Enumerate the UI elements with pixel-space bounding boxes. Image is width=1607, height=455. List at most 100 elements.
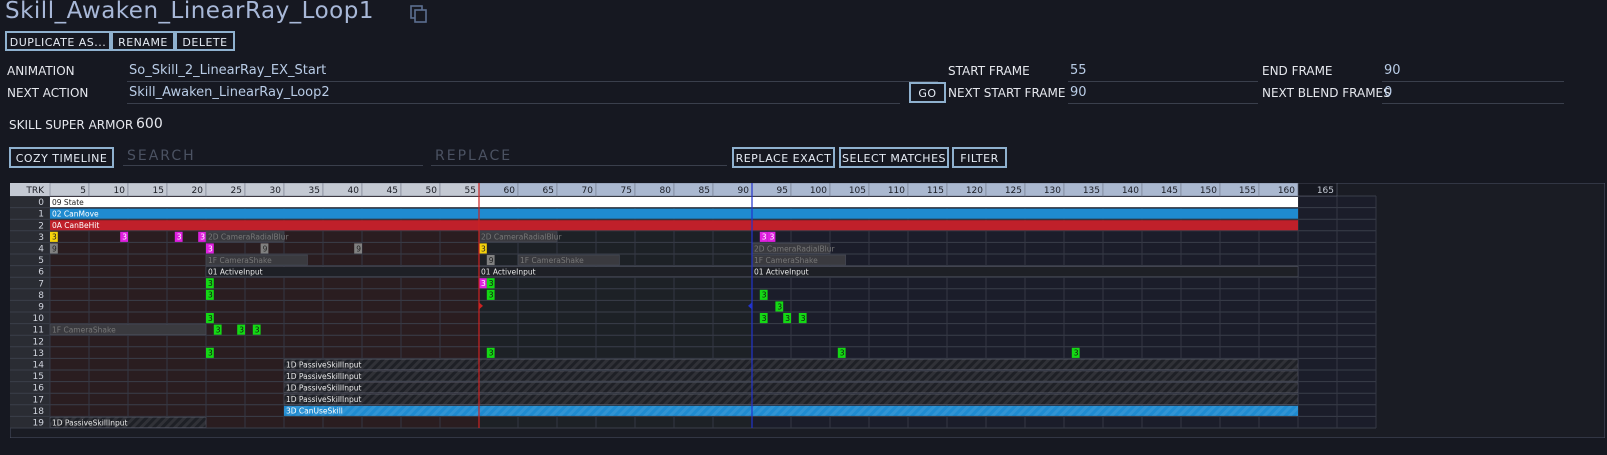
event-label: 01 ActiveInput (754, 268, 809, 277)
next-blend-frames-underline (1382, 103, 1564, 104)
end-frame-field[interactable]: 90 (1384, 63, 1401, 78)
event-label: 1D PassiveSkillInput (286, 372, 361, 381)
event-label: 3 (208, 279, 213, 288)
event-label: 9 (263, 244, 268, 253)
next-action-field[interactable]: Skill_Awaken_LinearRay_Loop2 (129, 85, 330, 100)
track-number: 7 (38, 279, 44, 289)
frame-tick-label: 85 (699, 186, 710, 196)
frame-tick-label: 110 (888, 186, 905, 196)
next-blend-frames-field[interactable]: 0 (1384, 85, 1392, 100)
event-label: 3 (122, 233, 127, 242)
super-armor-field[interactable]: 600 (136, 116, 163, 132)
frame-tick-label: 70 (582, 186, 594, 196)
frame-tick-label: 40 (348, 186, 360, 196)
event-label: 1D PassiveSkillInput (286, 384, 361, 393)
replace-input[interactable]: REPLACE (435, 148, 512, 164)
frame-tick-label: 95 (777, 186, 788, 196)
event-label: 3 (208, 349, 213, 358)
event-label: 01 ActiveInput (481, 268, 536, 277)
track-number: 5 (38, 256, 44, 266)
replace-exact-button[interactable]: REPLACE EXACT (732, 147, 835, 168)
next-start-frame-label: NEXT START FRAME (948, 86, 1066, 100)
start-frame-field[interactable]: 55 (1070, 63, 1087, 78)
event-block[interactable] (50, 197, 1298, 208)
super-armor-label: SKILL SUPER ARMOR (9, 118, 134, 132)
track-number: 2 (38, 221, 44, 231)
filter-button[interactable]: FILTER (952, 147, 1007, 168)
frame-tick-label: 165 (1317, 186, 1334, 196)
replace-input-underline (431, 165, 727, 166)
event-block-stripes (284, 394, 1298, 405)
event-label: 3 (208, 244, 213, 253)
track-number: 3 (38, 233, 44, 243)
track-number: 4 (38, 245, 44, 255)
search-input[interactable]: SEARCH (127, 148, 196, 164)
frame-tick-label: 20 (192, 186, 204, 196)
event-label: 1D PassiveSkillInput (286, 360, 361, 369)
page-title: Skill_Awaken_LinearRay_Loop1 (5, 0, 374, 24)
duplicate-as-button[interactable]: DUPLICATE AS... (5, 31, 111, 51)
frame-tick-label: 25 (231, 186, 242, 196)
track-number: 18 (33, 407, 45, 417)
track-number: 8 (38, 291, 44, 301)
event-label: 0A CanBeHit (52, 221, 99, 230)
event-block-stripes (284, 405, 1298, 416)
track-number: 12 (33, 337, 44, 347)
event-label: 3 (1074, 349, 1079, 358)
event-label: 3 (239, 326, 244, 335)
next-action-field-underline (127, 103, 900, 104)
event-label: 3 (489, 279, 494, 288)
event-label: 3 (489, 349, 494, 358)
track-number: 13 (33, 349, 44, 359)
next-action-label: NEXT ACTION (7, 86, 89, 100)
frame-tick-label: 100 (810, 186, 827, 196)
event-label: 1F CameraShake (208, 256, 272, 265)
frame-tick-label: 160 (1278, 186, 1295, 196)
event-label: 3 (208, 291, 213, 300)
event-label: 2D CameraRadialBlur (481, 233, 563, 242)
frame-tick-label: 75 (621, 186, 632, 196)
event-block[interactable] (50, 208, 1298, 219)
event-label: 3 (481, 279, 486, 288)
event-label: 3 (255, 326, 260, 335)
delete-button[interactable]: DELETE (175, 31, 235, 51)
go-button[interactable]: GO (909, 82, 946, 103)
track-number: 1 (38, 210, 44, 220)
copy-icon[interactable] (409, 4, 429, 24)
track-number: 17 (33, 395, 44, 405)
event-label: 02 CanMove (52, 210, 99, 219)
event-label: 3 (762, 291, 767, 300)
select-matches-button[interactable]: SELECT MATCHES (839, 147, 949, 168)
animation-field[interactable]: So_Skill_2_LinearRay_EX_Start (129, 63, 326, 78)
event-label: 3 (481, 244, 486, 253)
event-block[interactable] (50, 220, 1298, 231)
event-label: 3 (177, 233, 182, 242)
cozy-timeline-button[interactable]: COZY TIMELINE (9, 147, 114, 168)
track-number: 14 (33, 361, 45, 371)
timeline[interactable]: TRK 5 10 15 20 25 30 35 40 45 50 55 60 65 70 75 80 85 90 95… (10, 183, 1605, 438)
frame-tick-label: 120 (966, 186, 983, 196)
event-label: 3 (216, 326, 221, 335)
event-block[interactable] (751, 266, 1299, 277)
event-block-stripes (284, 359, 1298, 370)
rename-button[interactable]: RENAME (111, 31, 175, 51)
frame-tick-label: 35 (309, 186, 320, 196)
track-number: 9 (38, 303, 44, 313)
frame-tick-label: 105 (849, 186, 866, 196)
event-label: 1F CameraShake (52, 326, 116, 335)
event-label: 1D PassiveSkillInput (286, 395, 361, 404)
animation-field-underline (127, 81, 938, 82)
event-label: 3 (52, 233, 57, 242)
event-label: 3D CanUseSkill (286, 407, 343, 416)
frame-tick-label: 140 (1122, 186, 1139, 196)
event-label: 3 (777, 302, 782, 311)
frame-tick-label: 45 (387, 186, 398, 196)
animation-label: ANIMATION (7, 64, 75, 78)
next-start-frame-field[interactable]: 90 (1070, 85, 1087, 100)
frame-tick-label: 65 (543, 186, 554, 196)
frame-tick-label: 155 (1239, 186, 1256, 196)
event-label: 2D CameraRadialBlur (754, 244, 836, 253)
event-label: 9 (489, 256, 494, 265)
frame-tick-label: 80 (660, 186, 672, 196)
event-label: 3 (489, 291, 494, 300)
